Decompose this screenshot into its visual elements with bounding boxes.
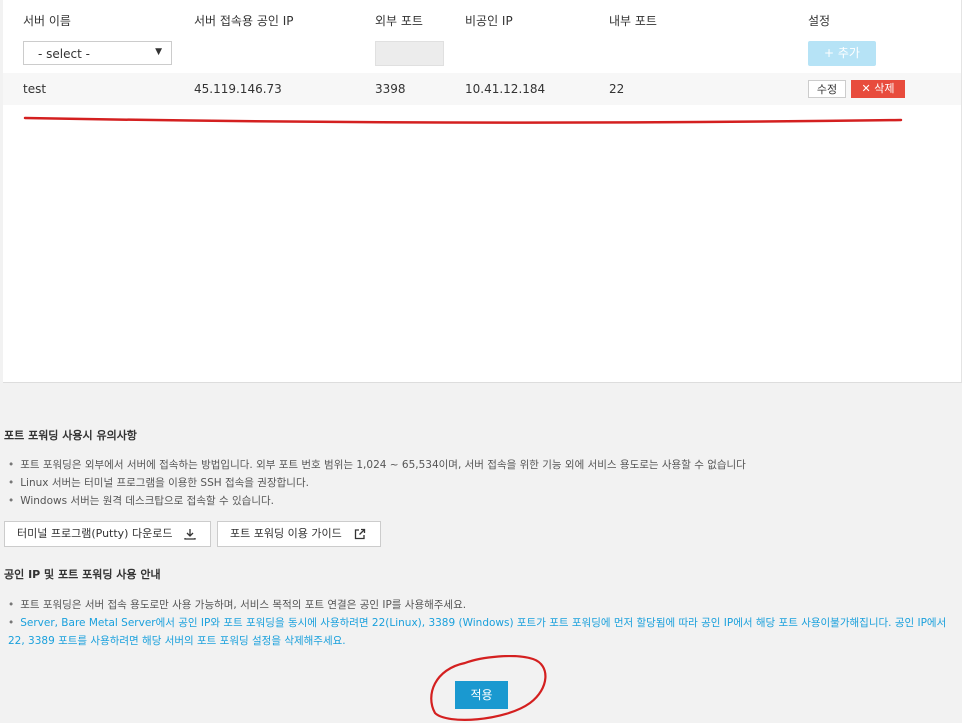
table-header: 서버 이름 서버 접속용 공인 IP 외부 포트 비공인 IP 내부 포트 설정 [3, 0, 961, 36]
cell-server-name: test [23, 82, 47, 96]
header-external-port: 외부 포트 [375, 14, 423, 28]
add-button[interactable]: + 추가 [808, 41, 876, 66]
notice2-title: 공인 IP 및 포트 포워딩 사용 안내 [4, 568, 161, 581]
red-underline-annotation [23, 116, 903, 124]
server-select-value: - select - [38, 47, 90, 61]
edit-button[interactable]: 수정 [808, 80, 846, 98]
putty-download-button[interactable]: 터미널 프로그램(Putty) 다운로드 [4, 521, 211, 547]
list-item: Linux 서버는 터미널 프로그램을 이용한 SSH 접속을 권장합니다. [8, 474, 746, 492]
notice1-title: 포트 포워딩 사용시 유의사항 [4, 429, 137, 442]
port-forwarding-guide-button[interactable]: 포트 포워딩 이용 가이드 [217, 521, 381, 547]
port-forwarding-panel: 서버 이름 서버 접속용 공인 IP 외부 포트 비공인 IP 내부 포트 설정… [3, 0, 962, 383]
add-row: - select - ▼ + 추가 [3, 36, 961, 72]
header-settings: 설정 [808, 14, 831, 28]
list-item: 포트 포워딩은 외부에서 서버에 접속하는 방법입니다. 외부 포트 번호 범위… [8, 456, 746, 474]
notice2-list: 포트 포워딩은 서버 접속 용도로만 사용 가능하며, 서비스 목적의 포트 연… [8, 596, 958, 650]
header-public-ip: 서버 접속용 공인 IP [194, 14, 294, 28]
list-item-highlight: Server, Bare Metal Server에서 공인 IP와 포트 포워… [8, 614, 958, 650]
cell-private-ip: 10.41.12.184 [465, 82, 546, 96]
cell-public-ip: 45.119.146.73 [194, 82, 282, 96]
download-icon [184, 529, 196, 540]
guide-label: 포트 포워딩 이용 가이드 [230, 527, 342, 540]
external-port-input[interactable] [375, 41, 444, 66]
list-item: Windows 서버는 원격 데스크탑으로 접속할 수 있습니다. [8, 492, 746, 510]
external-link-icon [354, 528, 366, 540]
table-row: test 45.119.146.73 3398 10.41.12.184 22 … [3, 73, 961, 105]
server-select[interactable]: - select - ▼ [23, 41, 172, 65]
red-circle-annotation [430, 655, 547, 721]
header-private-ip: 비공인 IP [465, 14, 513, 28]
cell-external-port: 3398 [375, 82, 406, 96]
putty-download-label: 터미널 프로그램(Putty) 다운로드 [17, 527, 173, 540]
list-item: 포트 포워딩은 서버 접속 용도로만 사용 가능하며, 서비스 목적의 포트 연… [8, 596, 958, 614]
chevron-down-icon: ▼ [155, 47, 162, 57]
cell-internal-port: 22 [609, 82, 625, 96]
delete-button[interactable]: ✕ 삭제 [851, 80, 905, 98]
header-server-name: 서버 이름 [23, 14, 71, 28]
header-internal-port: 내부 포트 [609, 14, 657, 28]
notice1-list: 포트 포워딩은 외부에서 서버에 접속하는 방법입니다. 외부 포트 번호 범위… [8, 456, 746, 510]
